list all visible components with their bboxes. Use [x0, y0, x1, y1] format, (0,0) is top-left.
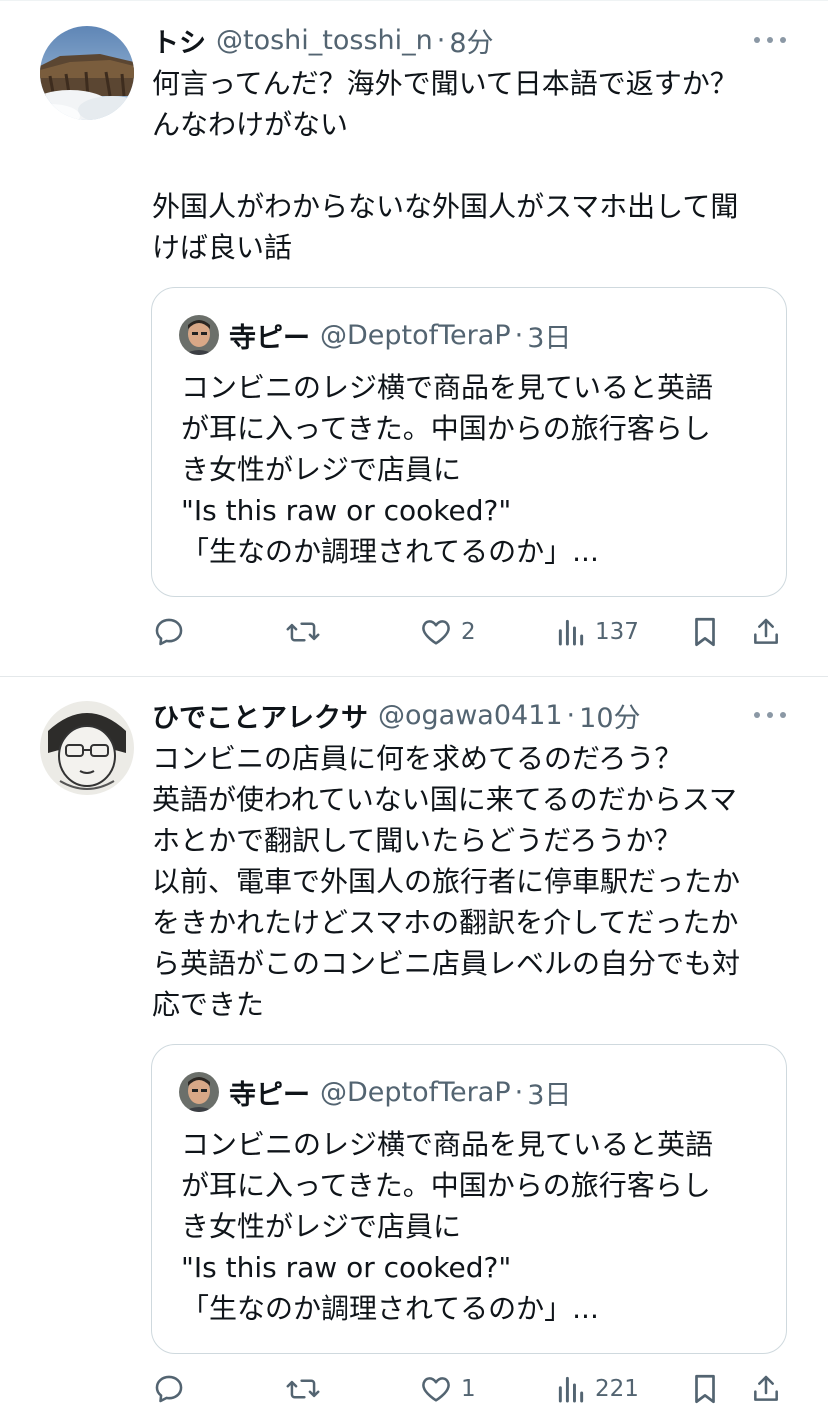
heart-icon	[422, 1377, 450, 1402]
quoted-avatar[interactable]	[179, 315, 219, 355]
display-name[interactable]: トシ	[152, 21, 206, 60]
views-chart-icon	[558, 1376, 584, 1403]
tweet-header: ひでことアレクサ @ogawa0411 · 10分	[152, 695, 641, 735]
action-bar: 2 137	[0, 612, 828, 652]
text-line: をきかれたけどスマホの翻訳を介してだったか	[152, 906, 739, 939]
share-icon	[754, 618, 778, 644]
retweet-icon	[286, 1379, 320, 1399]
reply-button[interactable]	[152, 1369, 194, 1409]
retweet-button[interactable]	[285, 612, 329, 652]
action-bar: 1 221	[0, 1369, 828, 1409]
like-button[interactable]: 2	[419, 612, 476, 652]
quoted-timestamp: 3日	[527, 322, 572, 354]
quoted-display-name: 寺ピー	[229, 322, 310, 354]
text-line: "Is this raw or cooked?"	[181, 1251, 512, 1284]
person-photo-avatar-icon	[179, 315, 219, 355]
share-icon	[754, 1375, 778, 1401]
text-line: 外国人がわからないな外国人がスマホ出して聞	[152, 190, 739, 223]
bookmark-button[interactable]	[690, 1369, 720, 1409]
user-handle[interactable]: @toshi_tosshi_n	[216, 25, 433, 56]
views-button[interactable]: 221	[555, 1369, 639, 1409]
text-line: けば良い話	[152, 231, 293, 264]
cliff-landscape-avatar-icon	[40, 26, 134, 120]
quoted-user-handle: @DeptofTeraP	[320, 319, 511, 351]
text-line: き女性がレジで店員に	[181, 1210, 462, 1243]
text-line: 「生なのか調理されてるのか」...	[181, 1292, 599, 1325]
views-button[interactable]: 137	[555, 612, 639, 652]
reply-icon	[155, 1375, 183, 1403]
text-line: 英語が使われていない国に来てるのだからスマ	[152, 783, 737, 816]
tweet-2[interactable]: ひでことアレクサ @ogawa0411 · 10分 コンビニの店員に何を求めてる…	[0, 677, 828, 1416]
views-count: 137	[595, 619, 639, 645]
quoted-timestamp: 3日	[527, 1079, 572, 1111]
avatar[interactable]	[40, 701, 134, 795]
tweet-header: トシ @toshi_tosshi_n · 8分	[152, 20, 494, 60]
like-count: 1	[461, 1376, 476, 1402]
avatar[interactable]	[40, 26, 134, 120]
quoted-avatar[interactable]	[179, 1072, 219, 1112]
quoted-tweet[interactable]: 寺ピー @DeptofTeraP · 3日 コンビニのレジ横で商品を見ていると英…	[151, 1044, 787, 1354]
bookmark-button[interactable]	[690, 612, 720, 652]
separator: ·	[514, 1076, 524, 1108]
tweet-1[interactable]: トシ @toshi_tosshi_n · 8分 何言ってんだ？海外で聞いて日本語…	[0, 0, 828, 676]
more-dots-icon[interactable]	[754, 705, 786, 725]
timestamp[interactable]: 8分	[449, 21, 493, 60]
text-line: き女性がレジで店員に	[181, 453, 462, 486]
share-button[interactable]	[750, 612, 782, 652]
text-line: ホとかで翻訳して聞いたらどうだろうか？	[152, 824, 682, 857]
retweet-button[interactable]	[285, 1369, 329, 1409]
separator: ·	[514, 319, 524, 351]
views-chart-icon	[558, 619, 584, 646]
reply-icon	[155, 618, 183, 646]
timestamp[interactable]: 10分	[579, 696, 640, 735]
text-line: が耳に入ってきた。中国からの旅行客らし	[181, 1169, 711, 1202]
quoted-text: コンビニのレジ横で商品を見ていると英語 が耳に入ってきた。中国からの旅行客らし …	[181, 1124, 771, 1329]
quoted-display-name: 寺ピー	[229, 1079, 310, 1111]
separator: ·	[436, 24, 446, 56]
more-dots-icon[interactable]	[754, 30, 786, 50]
bookmark-icon	[695, 1374, 715, 1404]
person-photo-avatar-icon	[179, 1072, 219, 1112]
display-name[interactable]: ひでことアレクサ	[152, 696, 368, 735]
text-line: 何言ってんだ？海外で聞いて日本語で返すか？	[152, 67, 738, 100]
quoted-user-handle: @DeptofTeraP	[320, 1076, 511, 1108]
text-line: 応できた	[152, 988, 265, 1021]
separator: ·	[566, 699, 576, 731]
text-line: コンビニの店員に何を求めてるのだろう？	[152, 742, 683, 775]
views-count: 221	[595, 1376, 639, 1402]
text-line: んなわけがない	[152, 108, 349, 141]
user-handle[interactable]: @ogawa0411	[378, 700, 563, 731]
reply-button[interactable]	[152, 612, 194, 652]
quoted-header: 寺ピー @DeptofTeraP · 3日	[229, 315, 571, 355]
text-line	[152, 145, 792, 186]
text-line: "Is this raw or cooked?"	[181, 494, 512, 527]
tweet-text: コンビニの店員に何を求めてるのだろう？ 英語が使われていない国に来てるのだからス…	[152, 738, 792, 1025]
retweet-icon	[286, 622, 320, 642]
like-button[interactable]: 1	[419, 1369, 476, 1409]
quoted-tweet[interactable]: 寺ピー @DeptofTeraP · 3日 コンビニのレジ横で商品を見ていると英…	[151, 287, 787, 597]
tweet-text: 何言ってんだ？海外で聞いて日本語で返すか？ んなわけがない 外国人がわからないな…	[152, 63, 792, 268]
text-line: コンビニのレジ横で商品を見ていると英語	[181, 1128, 714, 1161]
share-button[interactable]	[750, 1369, 782, 1409]
text-line: が耳に入ってきた。中国からの旅行客らし	[181, 412, 711, 445]
bookmark-icon	[695, 617, 715, 647]
text-line: ら英語がこのコンビニ店員レベルの自分でも対	[152, 947, 741, 980]
quoted-header: 寺ピー @DeptofTeraP · 3日	[229, 1072, 571, 1112]
quoted-text: コンビニのレジ横で商品を見ていると英語 が耳に入ってきた。中国からの旅行客らし …	[181, 367, 771, 572]
drawn-face-avatar-icon	[40, 701, 134, 795]
text-line: 以前、電車で外国人の旅行者に停車駅だったか	[152, 865, 741, 898]
like-count: 2	[461, 619, 476, 645]
heart-icon	[422, 620, 450, 645]
text-line: 「生なのか調理されてるのか」...	[181, 535, 599, 568]
text-line: コンビニのレジ横で商品を見ていると英語	[181, 371, 714, 404]
